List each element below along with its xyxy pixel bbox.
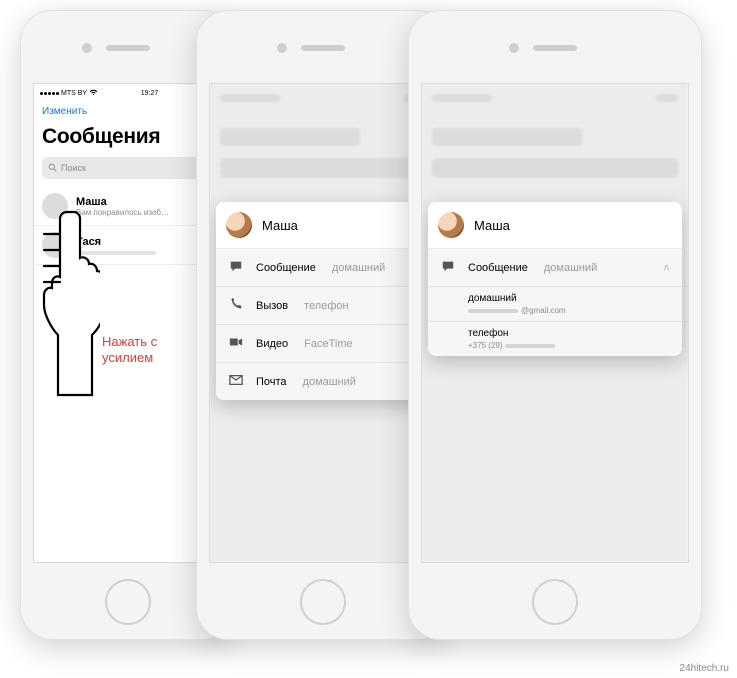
card-header[interactable]: Маша — [428, 202, 682, 249]
home-button[interactable] — [532, 579, 578, 625]
action-secondary: FaceTime — [304, 338, 353, 350]
search-input[interactable]: Поиск — [42, 157, 213, 179]
clock: 19:27 — [141, 90, 159, 97]
page-title: Сообщения — [34, 121, 221, 157]
action-secondary: домашний — [332, 262, 385, 274]
action-call[interactable]: Вызов телефон — [216, 287, 430, 325]
action-label: Сообщение — [468, 262, 528, 274]
edit-button[interactable]: Изменить — [34, 102, 221, 121]
watermark-corner: 24hitech.ru — [680, 663, 729, 674]
avatar — [438, 212, 464, 238]
action-secondary: домашний — [544, 262, 597, 274]
wifi-icon — [89, 89, 98, 98]
action-label: Почта — [256, 376, 287, 388]
phone-screen: Маша Сообщение домашний Вызов телефон — [209, 83, 437, 563]
camera-dot — [509, 43, 519, 53]
camera-dot — [82, 43, 92, 53]
avatar — [42, 232, 68, 258]
earpiece — [533, 45, 577, 51]
mail-icon — [228, 373, 244, 390]
action-message-expanded[interactable]: Сообщение домашний ˄ — [428, 249, 682, 287]
action-label: Видео — [256, 338, 288, 350]
carrier-label: MTS BY — [61, 90, 87, 97]
earpiece — [301, 45, 345, 51]
phone-screen: Маша Сообщение домашний ˄ домашний @gmai… — [421, 83, 689, 563]
phone-frame: Маша Сообщение домашний ˄ домашний @gmai… — [408, 10, 702, 640]
search-placeholder: Поиск — [61, 163, 86, 173]
message-preview-redacted — [76, 251, 156, 255]
video-icon — [228, 335, 244, 352]
quick-action-card-expanded: Маша Сообщение домашний ˄ домашний @gmai… — [428, 202, 682, 356]
message-preview: Вам понравилось изоб… — [76, 208, 213, 217]
option-value: @gmail.com — [468, 306, 670, 315]
cellular-icon — [40, 92, 59, 95]
option-label: домашний — [468, 293, 670, 304]
status-bar: MTS BY 19:27 — [34, 84, 221, 102]
action-secondary: домашний — [303, 376, 356, 388]
message-icon — [228, 259, 244, 276]
action-message[interactable]: Сообщение домашний — [216, 249, 430, 287]
action-video[interactable]: Видео FaceTime — [216, 325, 430, 363]
conversation-row[interactable]: Тася — [34, 226, 221, 265]
contact-name: Маша — [474, 218, 510, 233]
option-value: +375 (29) — [468, 341, 670, 350]
quick-action-card: Маша Сообщение домашний Вызов телефон — [216, 202, 430, 400]
avatar — [42, 193, 68, 219]
conversation-row[interactable]: Маша Вам понравилось изоб… — [34, 187, 221, 226]
chevron-up-icon: ˄ — [663, 261, 670, 275]
option-label: телефон — [468, 328, 670, 339]
card-header[interactable]: Маша — [216, 202, 430, 249]
phone-screen: MTS BY 19:27 Изменить Сообщения Поиск — [33, 83, 222, 563]
action-label: Вызов — [256, 300, 288, 312]
search-icon — [48, 163, 57, 174]
phone-icon — [228, 297, 244, 314]
home-button[interactable] — [300, 579, 346, 625]
action-mail[interactable]: Почта домашний — [216, 363, 430, 400]
message-option[interactable]: телефон +375 (29) — [428, 322, 682, 356]
action-label: Сообщение — [256, 262, 316, 274]
message-icon — [440, 259, 456, 276]
home-button[interactable] — [105, 579, 151, 625]
instruction-text: Нажать с усилием — [102, 334, 157, 365]
camera-dot — [277, 43, 287, 53]
action-secondary: телефон — [304, 300, 348, 312]
earpiece — [106, 45, 150, 51]
contact-name: Маша — [76, 196, 213, 208]
avatar — [226, 212, 252, 238]
message-option[interactable]: домашний @gmail.com — [428, 287, 682, 322]
contact-name: Маша — [262, 218, 298, 233]
contact-name: Тася — [76, 236, 213, 248]
